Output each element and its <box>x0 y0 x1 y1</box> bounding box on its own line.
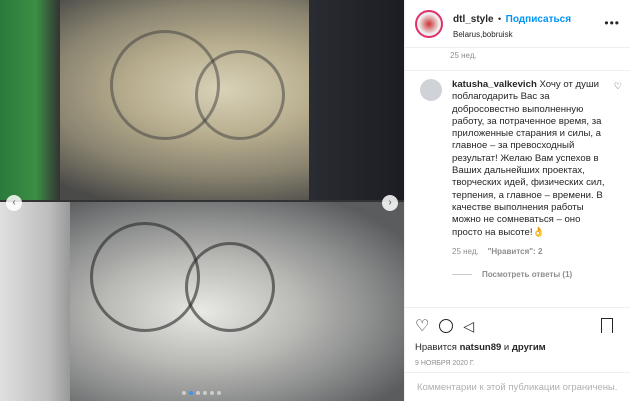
action-bar: ♡ ◁ Нравится natsun89 и другим 9 НОЯБРЯ … <box>405 307 630 367</box>
post-date: 9 НОЯБРЯ 2020 Г. <box>415 360 475 367</box>
like-comment-heart-icon[interactable]: ♡ <box>614 81 622 92</box>
photo-after <box>0 202 404 401</box>
carousel-dot <box>210 391 214 395</box>
carousel-dots <box>182 391 221 395</box>
commenter-avatar[interactable] <box>420 79 442 101</box>
carousel-dot <box>203 391 207 395</box>
comment-likes[interactable]: "Нравится": 2 <box>488 247 543 256</box>
view-replies-label[interactable]: Посмотреть ответы (1) <box>482 270 572 279</box>
carousel-dot-active <box>189 391 193 395</box>
photo-before <box>0 0 404 200</box>
comment-icon[interactable] <box>439 319 454 333</box>
likes-line: Нравится natsun89 и другим <box>415 342 621 353</box>
liker-username[interactable]: natsun89 <box>460 342 502 353</box>
comment-meta: 25 нед. "Нравится": 2 <box>405 239 630 256</box>
caption-time: 25 нед. <box>450 51 477 60</box>
follow-button[interactable]: Подписаться <box>506 14 571 25</box>
post-header: dtl_style • Подписаться Belarus,bobruisk… <box>405 0 630 48</box>
share-icon[interactable]: ◁ <box>463 318 474 335</box>
post-media[interactable]: ‹ › <box>0 0 404 401</box>
comment: katusha_valkevich Хочу от души поблагода… <box>405 79 630 239</box>
carousel-dot <box>196 391 200 395</box>
carousel-dot <box>182 391 186 395</box>
comment-time: 25 нед. <box>452 246 479 256</box>
post-sidebar: dtl_style • Подписаться Belarus,bobruisk… <box>404 0 630 401</box>
carousel-next-button[interactable]: › <box>382 195 398 211</box>
location[interactable]: Belarus,bobruisk <box>453 30 571 39</box>
author-username[interactable]: dtl_style <box>453 14 494 25</box>
comment-text: Хочу от души поблагодарить Вас за доброс… <box>452 79 605 238</box>
likes-mid: и <box>503 342 510 353</box>
carousel-prev-button[interactable]: ‹ <box>6 195 22 211</box>
heart-icon[interactable]: ♡ <box>415 316 429 336</box>
separator: • <box>498 13 502 24</box>
more-options-icon[interactable]: ••• <box>604 16 620 30</box>
view-replies[interactable]: Посмотреть ответы (1) <box>405 256 630 279</box>
comments-closed-notice: Комментарии к этой публикации ограничены… <box>405 372 630 402</box>
commenter-username[interactable]: katusha_valkevich <box>452 79 537 90</box>
carousel-dot <box>217 391 221 395</box>
likes-prefix: Нравится <box>415 342 457 353</box>
replies-line <box>452 273 472 275</box>
likes-others[interactable]: другим <box>512 342 546 353</box>
bookmark-icon[interactable] <box>601 318 613 333</box>
avatar[interactable] <box>415 9 443 38</box>
